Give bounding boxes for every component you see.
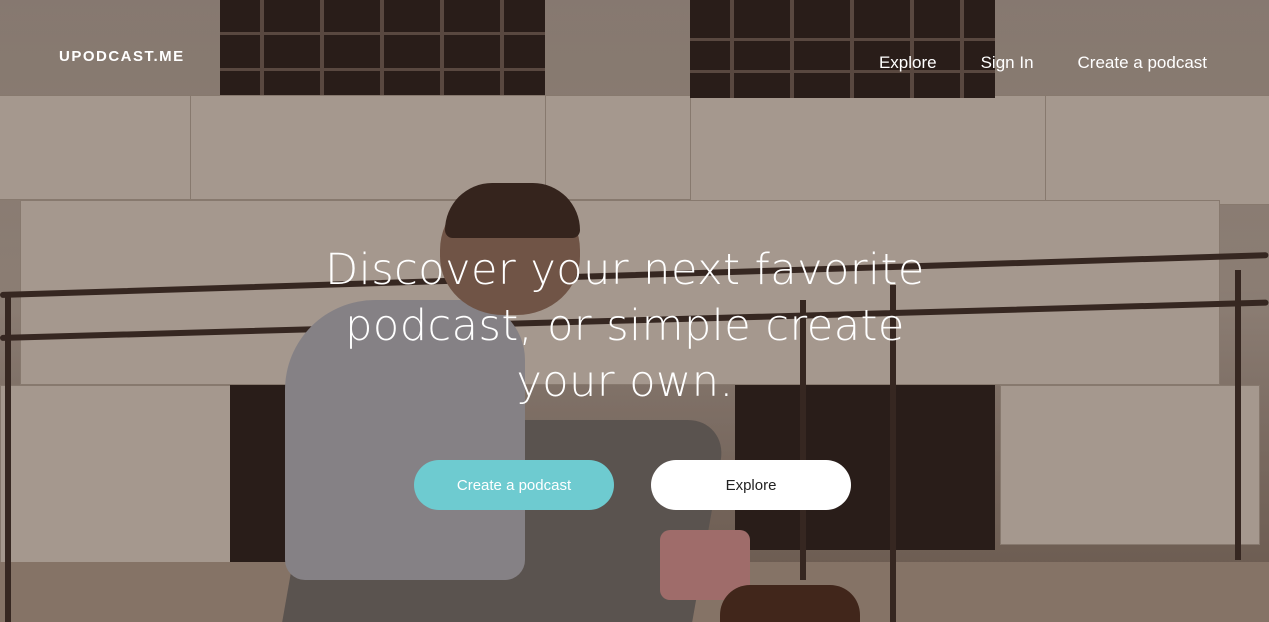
- hero-headline: Discover your next favorite podcast, or …: [325, 245, 925, 407]
- nav-create-podcast-link[interactable]: Create a podcast: [1078, 53, 1207, 73]
- nav-explore-link[interactable]: Explore: [879, 53, 937, 73]
- top-nav: Explore Sign In Create a podcast: [879, 53, 1207, 73]
- nav-sign-in-link[interactable]: Sign In: [981, 53, 1034, 73]
- site-logo[interactable]: UPODCAST.ME: [59, 48, 185, 65]
- explore-button[interactable]: Explore: [651, 460, 851, 510]
- create-podcast-button[interactable]: Create a podcast: [414, 460, 614, 510]
